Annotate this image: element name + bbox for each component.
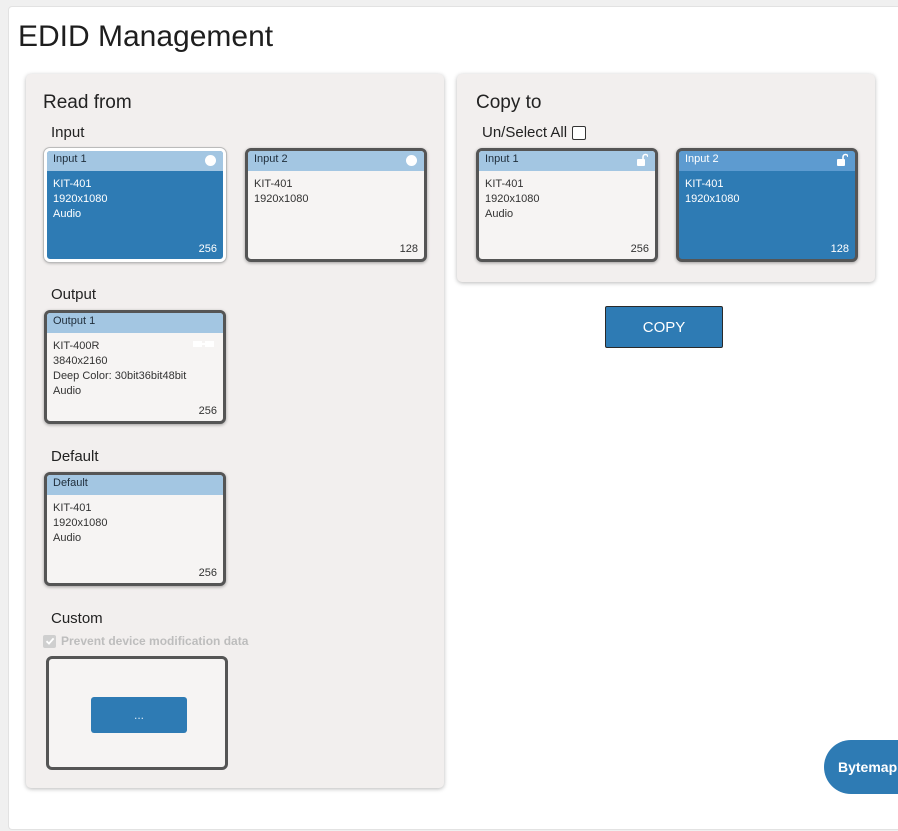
prevent-modification-checkbox[interactable]: Prevent device modification data <box>43 634 248 648</box>
custom-edid-box: ... <box>46 656 228 770</box>
card-line: Audio <box>53 385 82 397</box>
bytemap-button[interactable]: Bytemap <box>824 740 898 794</box>
card-body: KIT-401 1920x1080 Audio <box>479 171 655 222</box>
card-line: Deep Color: 30bit36bit48bit <box>53 370 187 382</box>
card-header: Input 1 <box>47 151 223 171</box>
default-section-title: Default <box>51 448 99 465</box>
copy-to-title: Copy to <box>476 92 542 113</box>
dot-icon <box>406 155 417 166</box>
select-all-label: Un/Select All <box>482 124 568 141</box>
select-all-row: Un/Select All <box>482 124 587 141</box>
prevent-modification-label: Prevent device modification data <box>61 634 249 648</box>
card-header-label: Input 1 <box>485 153 519 165</box>
card-header-label: Input 2 <box>254 153 288 165</box>
card-line: KIT-401 <box>254 178 293 190</box>
checkbox-checked-icon <box>43 634 56 648</box>
card-header-label: Default <box>53 477 88 489</box>
card-line: KIT-401 <box>485 178 524 190</box>
card-line: 3840x2160 <box>53 355 108 367</box>
card-header: Output 1 <box>47 313 223 333</box>
card-body: KIT-401 1920x1080 <box>248 171 424 207</box>
card-header-label: Output 1 <box>53 315 96 327</box>
card-count: 256 <box>198 243 217 255</box>
read-input-1-card[interactable]: Input 1 KIT-401 1920x1080 Audio 256 <box>44 148 226 262</box>
card-header: Default <box>47 475 223 495</box>
copy-input-1-card[interactable]: Input 1 KIT-401 1920x1080 Audio 256 <box>476 148 658 262</box>
card-body: KIT-401 1920x1080 Audio <box>47 171 223 222</box>
card-count: 256 <box>630 243 649 255</box>
card-body: KIT-401 1920x1080 Audio <box>47 495 223 546</box>
lock-open-icon <box>637 153 648 166</box>
output-section-title: Output <box>51 286 97 303</box>
card-count: 128 <box>399 243 418 255</box>
card-line: 1920x1080 <box>53 193 108 205</box>
card-line: Audio <box>53 532 82 544</box>
card-line: 1920x1080 <box>685 193 740 205</box>
card-line: 1920x1080 <box>53 517 108 529</box>
card-line: 1920x1080 <box>254 193 309 205</box>
card-header-label: Input 2 <box>685 153 719 165</box>
read-output-1-card[interactable]: Output 1 KIT-400R 3840x2160 Deep Color: … <box>44 310 226 424</box>
read-from-title: Read from <box>43 92 132 113</box>
card-count: 256 <box>198 567 217 579</box>
card-line: Audio <box>485 208 514 220</box>
card-line: 1920x1080 <box>485 193 540 205</box>
card-header-label: Input 1 <box>53 153 87 165</box>
lock-open-icon <box>837 153 848 166</box>
card-header: Input 2 <box>248 151 424 171</box>
read-default-card[interactable]: Default KIT-401 1920x1080 Audio 256 <box>44 472 226 586</box>
card-line: KIT-401 <box>685 178 724 190</box>
copy-button[interactable]: COPY <box>605 306 723 348</box>
input-section-title: Input <box>51 124 85 141</box>
custom-section-title: Custom <box>51 610 103 627</box>
card-line: KIT-401 <box>53 178 92 190</box>
card-line: Audio <box>53 208 82 220</box>
card-body: KIT-401 1920x1080 <box>679 171 855 207</box>
card-count: 128 <box>830 243 849 255</box>
select-all-checkbox[interactable] <box>572 125 587 140</box>
page-title: EDID Management <box>18 20 274 53</box>
browse-button[interactable]: ... <box>91 697 187 733</box>
card-header: Input 2 <box>679 151 855 171</box>
card-count: 256 <box>198 405 217 417</box>
copy-input-2-card[interactable]: Input 2 KIT-401 1920x1080 128 <box>676 148 858 262</box>
connector-icon <box>193 341 214 347</box>
card-line: KIT-401 <box>53 502 92 514</box>
read-input-2-card[interactable]: Input 2 KIT-401 1920x1080 128 <box>245 148 427 262</box>
card-header: Input 1 <box>479 151 655 171</box>
dot-icon <box>205 155 216 166</box>
